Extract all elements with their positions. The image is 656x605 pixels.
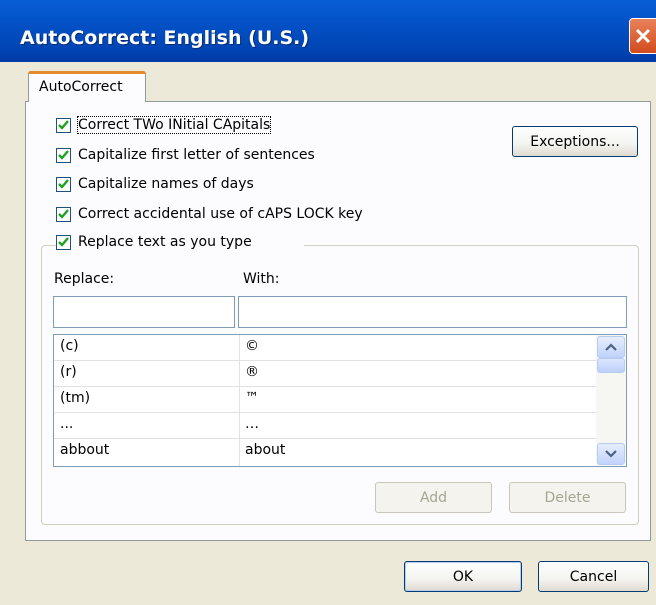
with-cell: © xyxy=(245,338,259,354)
checkbox[interactable] xyxy=(56,177,71,192)
with-cell: … xyxy=(245,416,259,432)
checkmark-icon xyxy=(58,150,69,160)
replace-cell: (c) xyxy=(60,338,79,354)
option-label: Capitalize first letter of sentences xyxy=(78,147,315,163)
scroll-up-button[interactable] xyxy=(597,336,625,358)
checkbox[interactable] xyxy=(56,235,71,250)
with-cell: ® xyxy=(245,364,259,380)
replace-label: Replace: xyxy=(54,271,115,287)
list-item[interactable]: (c) © xyxy=(54,335,596,361)
option-label: Capitalize names of days xyxy=(78,176,254,192)
checkmark-icon xyxy=(58,237,69,247)
checkbox[interactable] xyxy=(56,148,71,163)
list-item[interactable]: abbout about xyxy=(54,439,596,465)
tab-autocorrect[interactable]: AutoCorrect xyxy=(28,71,146,102)
with-label: With: xyxy=(243,271,280,287)
option-label: Replace text as you type xyxy=(78,234,252,250)
tab-label: AutoCorrect xyxy=(39,79,123,95)
scroll-thumb[interactable] xyxy=(597,358,625,373)
replace-cell: abbout xyxy=(60,442,110,458)
add-button[interactable]: Add xyxy=(375,482,492,513)
checkmark-icon xyxy=(58,209,69,219)
checkmark-icon xyxy=(58,120,69,130)
with-cell: ™ xyxy=(245,390,259,406)
checkbox[interactable] xyxy=(56,118,71,133)
list-item[interactable]: (r) ® xyxy=(54,361,596,387)
option-label: Correct TWo INitial CApitals xyxy=(76,116,272,134)
replacement-list[interactable]: (c) © (r) ® (tm) ™ ... … abbout about xyxy=(53,334,627,467)
list-item[interactable]: ... … xyxy=(54,413,596,439)
delete-button[interactable]: Delete xyxy=(509,482,626,513)
option-replace-text-as-you-type[interactable]: Replace text as you type xyxy=(56,234,304,255)
window-title: AutoCorrect: English (U.S.) xyxy=(20,27,310,49)
replace-cell: ... xyxy=(60,416,74,432)
checkbox[interactable] xyxy=(56,207,71,222)
cancel-button[interactable]: Cancel xyxy=(538,561,649,592)
title-bar: AutoCorrect: English (U.S.) xyxy=(0,0,656,62)
chevron-down-icon xyxy=(605,450,617,458)
replace-input[interactable] xyxy=(53,296,235,328)
checkmark-icon xyxy=(58,179,69,189)
vertical-scrollbar[interactable] xyxy=(596,335,626,466)
with-cell: about xyxy=(245,442,286,458)
replace-cell: (tm) xyxy=(60,390,91,406)
option-label: Correct accidental use of cAPS LOCK key xyxy=(78,206,363,222)
close-button[interactable] xyxy=(629,18,656,54)
scroll-down-button[interactable] xyxy=(597,443,625,465)
ok-button[interactable]: OK xyxy=(404,561,522,592)
chevron-up-icon xyxy=(605,343,617,351)
with-input[interactable] xyxy=(238,296,627,328)
replace-cell: (r) xyxy=(60,364,77,380)
close-icon xyxy=(635,28,651,44)
list-item[interactable]: (tm) ™ xyxy=(54,387,596,413)
exceptions-button[interactable]: Exceptions... xyxy=(512,126,638,157)
